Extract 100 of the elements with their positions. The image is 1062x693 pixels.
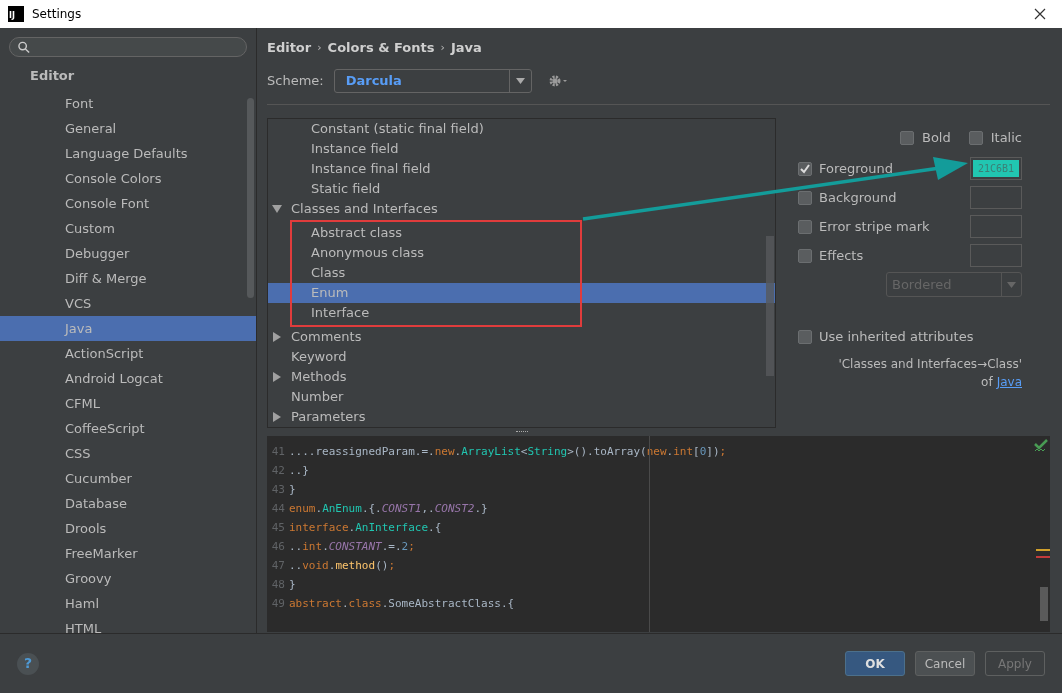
line-number: 42 bbox=[270, 463, 286, 480]
sidebar-item[interactable]: Diff & Merge bbox=[0, 266, 244, 291]
expand-arrow-icon[interactable] bbox=[272, 332, 282, 342]
tree-label: Comments bbox=[291, 328, 362, 347]
italic-checkbox[interactable] bbox=[968, 131, 983, 145]
effect-label: Effects bbox=[819, 246, 865, 265]
expand-arrow-icon[interactable] bbox=[272, 412, 282, 422]
sidebar-item[interactable]: Console Font bbox=[0, 191, 244, 216]
tree-label: Abstract class bbox=[311, 224, 402, 243]
error-stripe bbox=[1036, 556, 1050, 558]
scrollbar[interactable] bbox=[247, 98, 254, 298]
effect-checkbox[interactable] bbox=[798, 219, 812, 234]
tree-row[interactable]: Methods bbox=[268, 367, 775, 387]
sidebar-item[interactable]: Language Defaults bbox=[0, 141, 244, 166]
dialog-button[interactable]: OK bbox=[845, 651, 905, 676]
tree-row[interactable]: Constant (static final field) bbox=[268, 119, 775, 139]
java-link[interactable]: Java bbox=[996, 372, 1022, 391]
line-number: 48 bbox=[270, 577, 286, 594]
tree-row[interactable]: Instance field bbox=[268, 139, 775, 159]
dialog-button[interactable]: Cancel bbox=[915, 651, 975, 676]
tree-label: Class bbox=[311, 264, 346, 283]
inherit-note: 'Classes and Interfaces→Class' bbox=[838, 355, 1022, 373]
sidebar-item[interactable]: HTML bbox=[0, 616, 244, 641]
effect-checkbox[interactable] bbox=[798, 248, 812, 263]
scrollbar[interactable] bbox=[766, 236, 774, 376]
tree-label: Methods bbox=[291, 368, 347, 387]
line-number: 47 bbox=[270, 558, 286, 575]
tree-row[interactable]: Keyword bbox=[268, 347, 775, 367]
scrollbar[interactable] bbox=[1040, 587, 1048, 621]
line-number: 46 bbox=[270, 539, 286, 556]
sidebar-item[interactable]: ActionScript bbox=[0, 341, 244, 366]
sidebar-item[interactable]: Console Colors bbox=[0, 166, 244, 191]
code-line: enum.AnEnum.{.CONST1,.CONST2.} bbox=[289, 501, 488, 518]
color-swatch[interactable] bbox=[970, 244, 1022, 267]
tree-row[interactable]: Static field bbox=[268, 179, 775, 199]
sidebar-item[interactable]: CSS bbox=[0, 441, 244, 466]
color-swatch[interactable] bbox=[970, 215, 1022, 238]
scheme-dropdown[interactable]: Darcula bbox=[333, 69, 532, 93]
tree-label: Static field bbox=[311, 180, 381, 199]
sidebar-item[interactable]: CoffeeScript bbox=[0, 416, 244, 441]
effect-checkbox[interactable] bbox=[798, 161, 812, 176]
line-number: 45 bbox=[270, 520, 286, 537]
search-field[interactable] bbox=[9, 37, 247, 57]
tree-label: Instance final field bbox=[311, 160, 431, 179]
sidebar-item[interactable]: Android Logcat bbox=[0, 366, 244, 391]
sidebar-item[interactable]: Cucumber bbox=[0, 466, 244, 491]
tree-label: Number bbox=[291, 388, 344, 407]
sidebar-item[interactable]: General bbox=[0, 116, 244, 141]
sidebar-item[interactable]: FreeMarker bbox=[0, 541, 244, 566]
sidebar-item[interactable]: Database bbox=[0, 491, 244, 516]
tree-row[interactable]: Parameters bbox=[268, 407, 775, 427]
caret-icon bbox=[515, 78, 525, 84]
bold-label: Bold bbox=[921, 129, 951, 148]
search-icon bbox=[18, 40, 31, 54]
code-line: ..} bbox=[289, 463, 309, 480]
tree-row[interactable]: Instance final field bbox=[268, 159, 775, 179]
inherit-label: Use inherited attributes bbox=[819, 328, 974, 346]
sidebar-item[interactable]: CFML bbox=[0, 391, 244, 416]
tree-row[interactable]: Classes and Interfaces bbox=[268, 199, 775, 219]
color-swatch[interactable] bbox=[970, 186, 1022, 209]
sidebar-item[interactable]: Groovy bbox=[0, 566, 244, 591]
check-icon bbox=[1034, 439, 1048, 452]
gear-icon[interactable] bbox=[547, 74, 568, 88]
effect-label: Foreground bbox=[819, 159, 895, 178]
line-number: 44 bbox=[270, 501, 286, 518]
splitter-handle[interactable] bbox=[515, 431, 528, 433]
bold-checkbox[interactable] bbox=[899, 131, 914, 145]
sidebar-item[interactable]: Drools bbox=[0, 516, 244, 541]
tree-row[interactable]: Number bbox=[268, 387, 775, 407]
tree-label: Anonymous class bbox=[311, 244, 425, 263]
code-line: } bbox=[289, 482, 296, 499]
tree-row[interactable]: Class bbox=[268, 263, 775, 283]
window-title: Settings bbox=[32, 6, 82, 23]
inherit-checkbox[interactable] bbox=[798, 329, 812, 344]
tree-label: Enum bbox=[311, 284, 349, 303]
tree-row[interactable]: Abstract class bbox=[268, 223, 775, 243]
section-header: Editor bbox=[29, 67, 75, 85]
inherit-of: of bbox=[981, 373, 993, 391]
code-line: ..int.CONSTANT.=.2; bbox=[289, 539, 415, 556]
close-icon[interactable] bbox=[1034, 8, 1046, 20]
tree-label: Interface bbox=[311, 304, 370, 323]
breadcrumb-separator: › bbox=[440, 39, 445, 56]
expand-arrow-icon[interactable] bbox=[272, 204, 282, 214]
expand-arrow-icon[interactable] bbox=[272, 372, 282, 382]
sidebar-item[interactable]: VCS bbox=[0, 291, 244, 316]
sidebar-item[interactable]: Font bbox=[0, 91, 244, 116]
line-number: 41 bbox=[270, 444, 286, 461]
code-line: ..void.method(); bbox=[289, 558, 395, 575]
tree-row[interactable]: Comments bbox=[268, 327, 775, 347]
warning-stripe bbox=[1036, 549, 1050, 551]
effect-checkbox[interactable] bbox=[798, 190, 812, 205]
tree-label: Keyword bbox=[291, 348, 347, 367]
sidebar-item[interactable]: Debugger bbox=[0, 241, 244, 266]
tree-row[interactable]: Interface bbox=[268, 303, 775, 323]
sidebar-item[interactable]: Haml bbox=[0, 591, 244, 616]
tree-label: Classes and Interfaces bbox=[291, 200, 438, 219]
tree-row[interactable]: Anonymous class bbox=[268, 243, 775, 263]
breadcrumb-item: Editor bbox=[267, 39, 312, 58]
sidebar-item[interactable]: Custom bbox=[0, 216, 244, 241]
italic-label: Italic bbox=[990, 129, 1022, 148]
